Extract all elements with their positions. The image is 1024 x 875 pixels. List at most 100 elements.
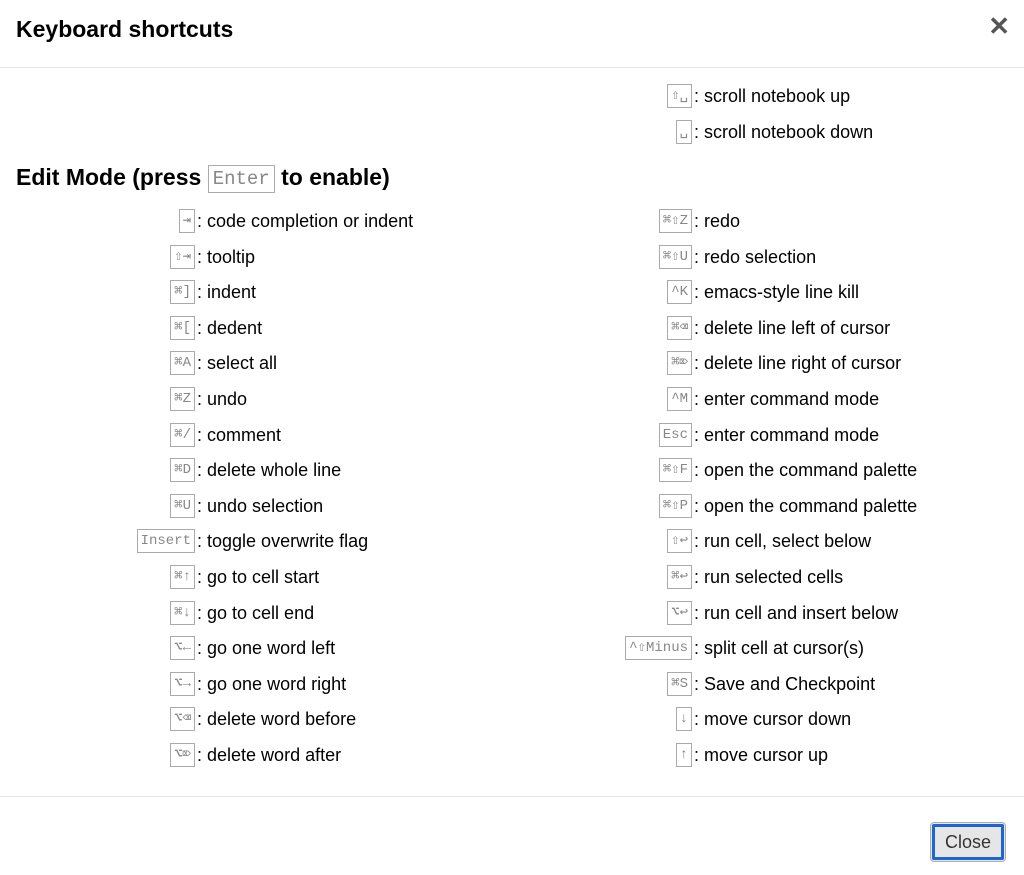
shortcut-label: delete line left of cursor	[704, 317, 891, 338]
enter-key: Enter	[207, 164, 275, 193]
shortcut-label: split cell at cursor(s)	[704, 638, 865, 659]
shortcut-keys: ⌘S	[0, 666, 692, 702]
shortcut-label: redo	[704, 211, 741, 231]
shortcut-keys: ⌘⌫	[0, 310, 692, 346]
shortcut-keys: ↑	[0, 737, 692, 773]
shortcut-row: ⌘⌫: delete line left of cursor	[0, 310, 940, 346]
close-button[interactable]: Close	[930, 822, 1006, 862]
shortcut-row: ⌘↩: run selected cells	[0, 559, 940, 595]
shortcut-key: Esc	[658, 422, 692, 447]
separator: :	[694, 709, 705, 730]
shortcut-keys: ⇧␣	[0, 78, 692, 114]
shortcut-keys: Esc	[0, 417, 692, 453]
shortcut-label: run selected cells	[704, 567, 844, 587]
shortcut-description: : split cell at cursor(s)	[694, 638, 864, 658]
shortcut-key: ␣	[675, 119, 692, 144]
shortcut-row: ⌘⌦: delete line right of cursor	[0, 345, 940, 381]
shortcut-label: run cell and insert below	[704, 602, 899, 623]
shortcut-label: move cursor up	[704, 745, 829, 765]
shortcut-key: ^M	[667, 387, 692, 411]
shortcut-key: ⌘S	[667, 671, 692, 696]
shortcut-label: open the command palette	[704, 460, 918, 481]
shortcut-row: ↑: move cursor up	[0, 737, 940, 773]
shortcut-label: enter command mode	[704, 424, 880, 445]
separator: :	[694, 317, 705, 338]
shortcut-key: ^⇧Minus	[625, 636, 692, 661]
shortcut-row: ^⇧Minus: split cell at cursor(s)	[0, 630, 940, 666]
shortcut-description: : Save and Checkpoint	[694, 674, 875, 694]
separator: :	[694, 211, 705, 231]
shortcut-description: : move cursor up	[694, 745, 828, 765]
shortcut-description: : redo	[694, 211, 740, 231]
shortcut-row: ⌘S: Save and Checkpoint	[0, 666, 940, 702]
shortcut-row: ⌘⇧F: open the command palette	[0, 452, 940, 488]
edit-mode-heading: Edit Mode (press Enter to enable)	[16, 162, 390, 193]
shortcut-keys: ↓	[0, 701, 692, 737]
shortcut-label: Save and Checkpoint	[704, 673, 876, 694]
shortcut-key: ⌘⌫	[667, 315, 692, 340]
shortcut-keys: ⌘⇧Z	[0, 203, 692, 239]
shortcut-row: ↓: move cursor down	[0, 701, 940, 737]
shortcut-label: scroll notebook up	[704, 86, 851, 106]
separator: :	[694, 638, 705, 659]
shortcut-description: : emacs-style line kill	[694, 282, 859, 302]
shortcut-key: ⌘⇧U	[658, 244, 692, 269]
shortcut-label: delete line right of cursor	[704, 353, 902, 374]
separator: :	[694, 745, 705, 765]
shortcut-description: : enter command mode	[694, 425, 879, 445]
shortcut-description: : scroll notebook down	[694, 122, 873, 142]
shortcut-description: : move cursor down	[694, 709, 851, 729]
shortcut-keys: ⌘⇧U	[0, 239, 692, 275]
separator: :	[694, 424, 705, 445]
shortcut-key: ⌘⇧F	[658, 458, 692, 483]
shortcut-label: move cursor down	[704, 709, 852, 730]
shortcut-key: ⌘↩	[667, 565, 692, 589]
shortcut-row: ⌘⇧P: open the command palette	[0, 488, 940, 524]
separator: :	[694, 673, 705, 694]
separator: :	[694, 121, 705, 142]
separator: :	[694, 86, 705, 106]
shortcut-key: ⇧␣	[667, 84, 692, 108]
shortcut-description: : redo selection	[694, 247, 816, 267]
shortcut-keys: ⌘⇧P	[0, 488, 692, 524]
shortcut-row: ⇧␣: scroll notebook up	[0, 78, 940, 114]
shortcut-row: ⌥↩: run cell and insert below	[0, 595, 940, 631]
separator: :	[694, 602, 705, 623]
shortcut-description: : run selected cells	[694, 567, 843, 587]
shortcut-row: ␣: scroll notebook down	[0, 114, 940, 150]
shortcut-label: scroll notebook down	[704, 121, 874, 142]
shortcut-key: ⇧↩	[667, 529, 692, 554]
shortcut-row: ^K: emacs-style line kill	[0, 274, 940, 310]
shortcut-keys: ^M	[0, 381, 692, 417]
shortcut-label: open the command palette	[704, 495, 918, 516]
shortcut-label: redo selection	[704, 246, 817, 267]
shortcut-description: : open the command palette	[694, 460, 917, 480]
shortcut-row: Esc: enter command mode	[0, 417, 940, 453]
shortcut-description: : open the command palette	[694, 496, 917, 516]
separator: :	[694, 531, 705, 552]
dialog-footer: Close	[0, 796, 1024, 875]
shortcut-keys: ␣	[0, 114, 692, 150]
shortcut-description: : scroll notebook up	[694, 86, 850, 106]
shortcut-key: ↑	[675, 743, 692, 767]
separator: :	[694, 567, 705, 587]
shortcut-row: ⌘⇧Z: redo	[0, 203, 940, 239]
shortcut-row: ⌘⇧U: redo selection	[0, 239, 940, 275]
shortcut-keys: ⌥↩	[0, 595, 692, 631]
shortcut-keys: ⌘↩	[0, 559, 692, 595]
shortcut-keys: ⌘⌦	[0, 345, 692, 381]
shortcut-label: emacs-style line kill	[704, 282, 860, 303]
separator: :	[694, 495, 705, 516]
shortcut-keys: ^K	[0, 274, 692, 310]
shortcut-keys: ⌘⇧F	[0, 452, 692, 488]
close-icon[interactable]: ✕	[988, 11, 1010, 41]
shortcut-key: ⌘⇧P	[658, 493, 692, 518]
separator: :	[694, 282, 705, 303]
shortcut-key: ⌘⌦	[667, 351, 692, 376]
dialog-title: Keyboard shortcuts	[16, 16, 234, 42]
shortcut-description: : delete line right of cursor	[694, 353, 901, 373]
shortcuts-list[interactable]: ⇧␣: scroll notebook up ␣: scroll notebook…	[0, 69, 1024, 796]
separator: :	[694, 246, 705, 267]
shortcut-key: ↓	[675, 707, 692, 732]
shortcut-description: : run cell, select below	[694, 531, 871, 551]
